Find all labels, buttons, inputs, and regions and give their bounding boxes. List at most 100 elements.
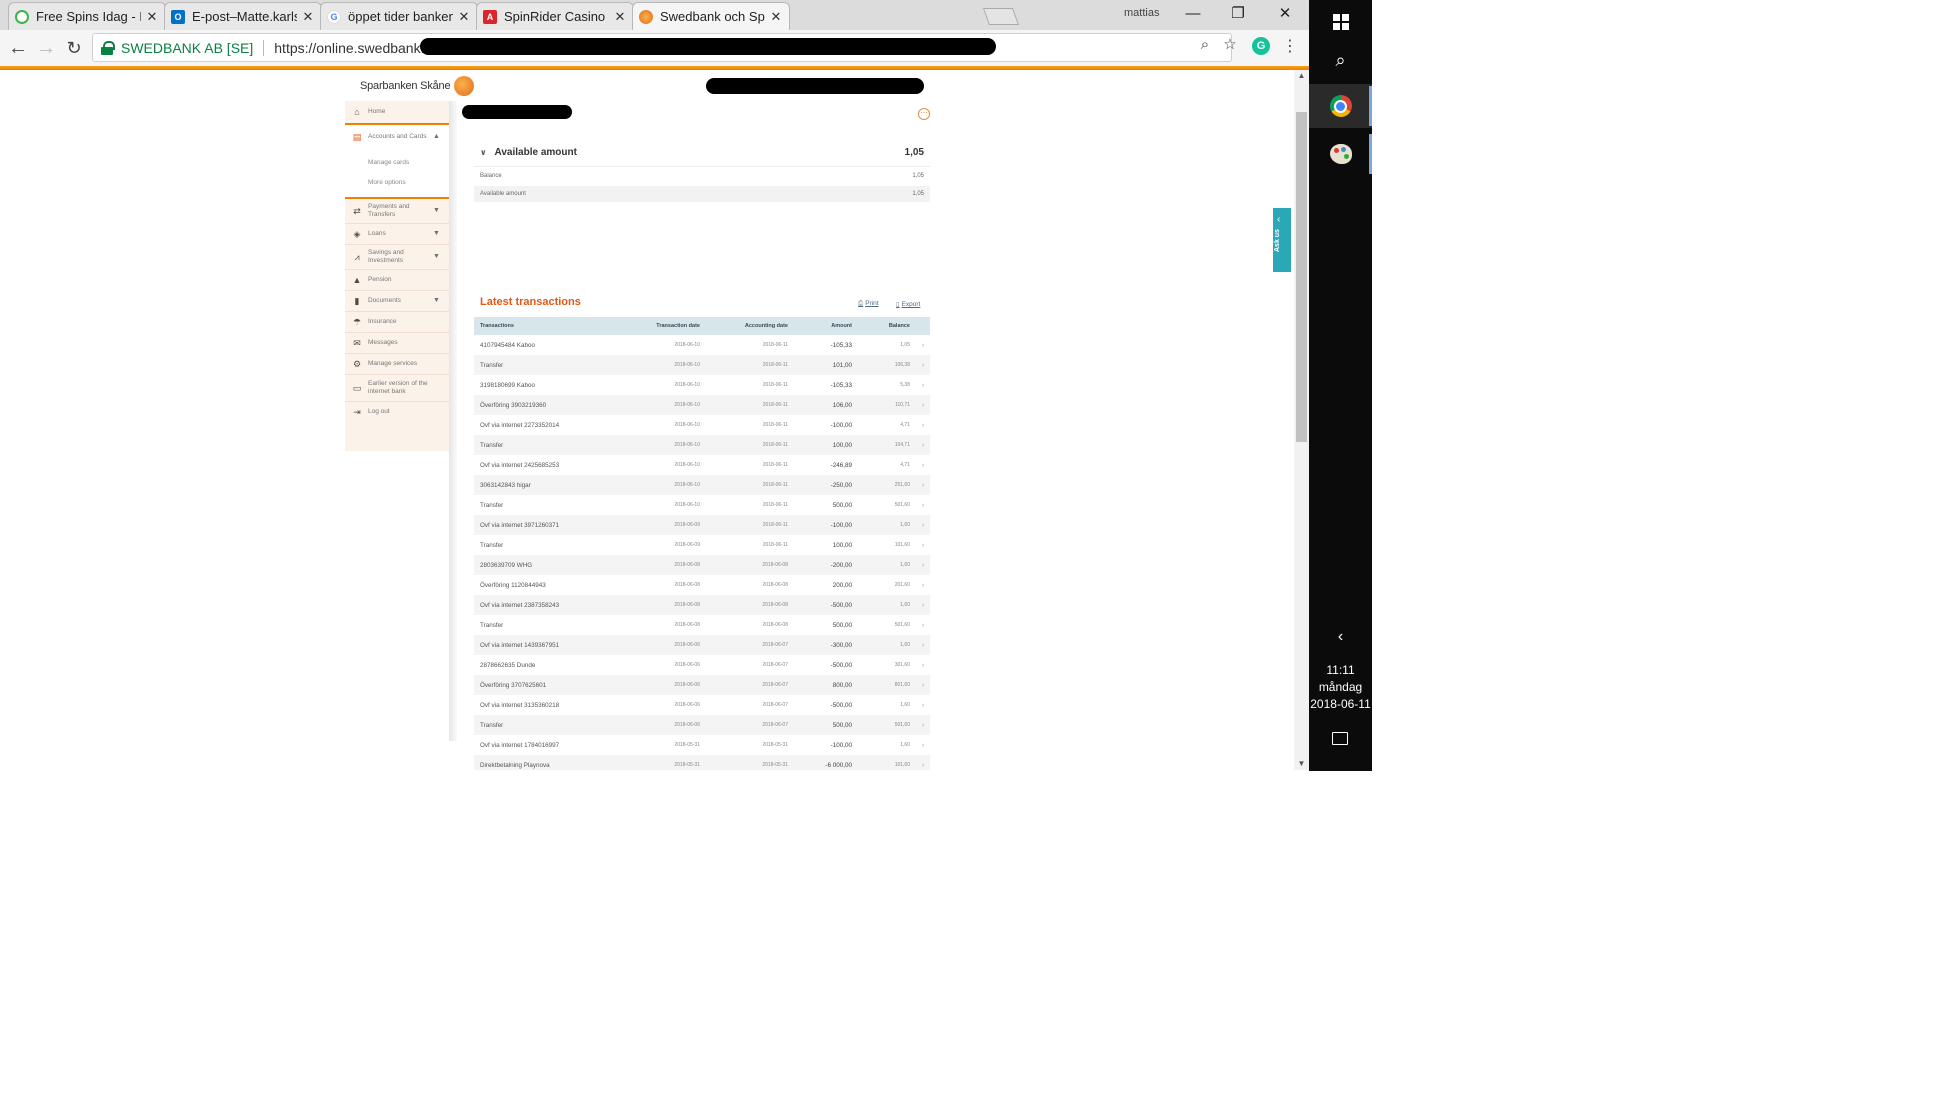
- sidebar-item-accounts[interactable]: ▤ Accounts and Cards ▲: [345, 125, 449, 149]
- system-clock[interactable]: 11:11 måndag 2018-06-11: [1309, 662, 1372, 713]
- chevron-right-icon[interactable]: ›: [916, 595, 930, 615]
- close-icon[interactable]: ✕: [145, 9, 159, 25]
- sidebar-item-payments[interactable]: ⇄ Payments and Transfers ▼: [345, 199, 449, 223]
- chevron-down-icon[interactable]: ▼: [433, 230, 440, 238]
- table-row[interactable]: Ovf via internet 2387358243 2018-06-08 201…: [474, 595, 930, 615]
- available-amount-toggle[interactable]: ∨ Available amount 1,05: [480, 140, 930, 164]
- page-scrollbar[interactable]: ▲ ▼: [1294, 70, 1309, 770]
- close-window-button[interactable]: ✕: [1270, 2, 1300, 26]
- chevron-right-icon[interactable]: ›: [916, 515, 930, 535]
- chevron-right-icon[interactable]: ›: [916, 735, 930, 755]
- chevron-up-icon[interactable]: ▲: [433, 133, 440, 141]
- chevron-right-icon[interactable]: ›: [916, 475, 930, 495]
- table-row[interactable]: Ovf via internet 1439367951 2018-06-06 201…: [474, 635, 930, 655]
- table-row[interactable]: Överföring 3903219360 2018-06-10 2018-06-1…: [474, 395, 930, 415]
- close-icon[interactable]: ✕: [301, 9, 315, 25]
- chevron-right-icon[interactable]: ›: [916, 695, 930, 715]
- chevron-right-icon[interactable]: ›: [916, 655, 930, 675]
- sidebar-item-earlier-version[interactable]: ▭ Earlier version of the internet bank: [345, 375, 449, 401]
- browser-tab[interactable]: G öppet tider banken tyring ✕: [320, 2, 478, 30]
- zoom-icon[interactable]: ⌕: [1195, 35, 1215, 55]
- close-icon[interactable]: ✕: [613, 9, 627, 25]
- chevron-right-icon[interactable]: ›: [916, 615, 930, 635]
- more-options-icon[interactable]: ⋯: [918, 108, 930, 120]
- chevron-right-icon[interactable]: ›: [916, 715, 930, 735]
- sidebar-item-manage-services[interactable]: ⚙ Manage services: [345, 354, 449, 374]
- sidebar-item-savings[interactable]: ⩘ Savings and Investments ▼: [345, 245, 449, 269]
- table-row[interactable]: 4107945484 Kaboo 2018-06-10 2018-06-11 -105…: [474, 335, 930, 355]
- table-row[interactable]: Överföring 1120844943 2018-06-08 2018-06-0…: [474, 575, 930, 595]
- chevron-right-icon[interactable]: ›: [916, 335, 930, 355]
- chevron-right-icon[interactable]: ›: [916, 555, 930, 575]
- export-link[interactable]: ▯ Export: [896, 300, 920, 308]
- sidebar-item-documents[interactable]: ▮ Documents ▼: [345, 291, 449, 311]
- print-link[interactable]: ⎙ Print: [858, 300, 879, 308]
- table-row[interactable]: 2803639709 WHG 2018-06-08 2018-06-08 -200,0…: [474, 555, 930, 575]
- sidebar-item-insurance[interactable]: ☂ Insurance: [345, 312, 449, 332]
- column-header[interactable]: Transactions: [474, 317, 624, 335]
- chevron-right-icon[interactable]: ›: [916, 455, 930, 475]
- table-row[interactable]: Ovf via internet 2425685253 2018-06-10 201…: [474, 455, 930, 475]
- browser-tab[interactable]: Free Spins Idag - Dagliga ✕: [8, 2, 166, 30]
- taskbar-paint-button[interactable]: [1309, 132, 1372, 176]
- table-row[interactable]: Transfer 2018-06-06 2018-06-07 500,00 501,60…: [474, 715, 930, 735]
- sidebar-subitem-manage-cards[interactable]: Manage cards: [368, 159, 409, 166]
- table-row[interactable]: Ovf via internet 1784016997 2018-05-31 201…: [474, 735, 930, 755]
- close-icon[interactable]: ✕: [457, 9, 471, 25]
- chevron-right-icon[interactable]: ›: [916, 635, 930, 655]
- browser-tab[interactable]: O E-post–Matte.karlsson84 ✕: [164, 2, 322, 30]
- chevron-right-icon[interactable]: ›: [916, 435, 930, 455]
- sidebar-item-logout[interactable]: ⇥ Log out: [345, 402, 449, 422]
- ask-us-tab[interactable]: ‹ Ask us: [1273, 208, 1291, 272]
- chevron-right-icon[interactable]: ›: [916, 495, 930, 515]
- search-icon[interactable]: ⌕: [1309, 38, 1372, 82]
- sidebar-item-loans[interactable]: ◈ Loans ▼: [345, 224, 449, 244]
- table-row[interactable]: Transfer 2018-06-08 2018-06-08 500,00 501,60…: [474, 615, 930, 635]
- scroll-thumb[interactable]: [1296, 112, 1307, 442]
- chevron-down-icon[interactable]: ▼: [433, 207, 440, 215]
- chevron-down-icon[interactable]: ▼: [433, 297, 440, 305]
- browser-tab[interactable]: A SpinRider Casino - Withd ✕: [476, 2, 634, 30]
- table-row[interactable]: Ovf via internet 2273352014 2018-06-10 201…: [474, 415, 930, 435]
- chevron-right-icon[interactable]: ›: [916, 535, 930, 555]
- chevron-right-icon[interactable]: ›: [916, 375, 930, 395]
- table-row[interactable]: Direktbetalning Playnova 2018-05-31 2018-0…: [474, 755, 930, 770]
- bank-logo[interactable]: Sparbanken Skåne: [360, 76, 475, 96]
- table-row[interactable]: Transfer 2018-06-10 2018-06-11 101,00 106,38…: [474, 355, 930, 375]
- sidebar-item-pension[interactable]: ▲ Pension: [345, 270, 449, 290]
- table-row[interactable]: Transfer 2018-06-10 2018-06-11 100,00 104,71…: [474, 435, 930, 455]
- column-header[interactable]: Amount: [794, 317, 858, 335]
- column-header[interactable]: Accounting date: [706, 317, 794, 335]
- notification-icon[interactable]: [1332, 732, 1348, 745]
- grammarly-icon[interactable]: G: [1252, 37, 1270, 55]
- star-icon[interactable]: ☆: [1220, 35, 1240, 55]
- back-arrow-icon[interactable]: ←: [6, 36, 30, 60]
- chevron-left-icon[interactable]: ‹: [1309, 628, 1372, 646]
- menu-icon[interactable]: ⋮: [1282, 36, 1298, 56]
- chevron-right-icon[interactable]: ›: [916, 675, 930, 695]
- chevron-right-icon[interactable]: ›: [916, 575, 930, 595]
- sidebar-subitem-more-options[interactable]: More options: [368, 179, 406, 186]
- column-header[interactable]: Balance: [858, 317, 916, 335]
- new-tab-button[interactable]: [982, 8, 1020, 25]
- chevron-right-icon[interactable]: ›: [916, 415, 930, 435]
- table-row[interactable]: 3063142843 higar 2018-06-10 2018-06-11 -250…: [474, 475, 930, 495]
- table-row[interactable]: Transfer 2018-06-10 2018-06-11 500,00 501,60…: [474, 495, 930, 515]
- forward-arrow-icon[interactable]: →: [34, 36, 58, 60]
- sidebar-item-home[interactable]: ⌂ Home: [345, 101, 449, 123]
- sidebar-item-messages[interactable]: ✉ Messages: [345, 333, 449, 353]
- table-row[interactable]: Ovf via internet 3135360218 2018-06-06 201…: [474, 695, 930, 715]
- scroll-down-icon[interactable]: ▼: [1294, 758, 1309, 770]
- scroll-up-icon[interactable]: ▲: [1294, 70, 1309, 82]
- profile-name[interactable]: mattias: [1124, 7, 1159, 19]
- minimize-button[interactable]: —: [1178, 2, 1208, 26]
- taskbar-chrome-button[interactable]: [1309, 84, 1372, 128]
- restore-button[interactable]: ❐: [1223, 2, 1253, 26]
- chevron-right-icon[interactable]: ›: [916, 755, 930, 770]
- table-row[interactable]: Överföring 3707625601 2018-06-06 2018-06-0…: [474, 675, 930, 695]
- close-icon[interactable]: ✕: [769, 9, 783, 25]
- chevron-right-icon[interactable]: ›: [916, 395, 930, 415]
- table-row[interactable]: 3198180699 Kaboo 2018-06-10 2018-06-11 -105…: [474, 375, 930, 395]
- table-row[interactable]: Ovf via internet 3971260371 2018-06-09 201…: [474, 515, 930, 535]
- chevron-down-icon[interactable]: ▼: [433, 253, 440, 261]
